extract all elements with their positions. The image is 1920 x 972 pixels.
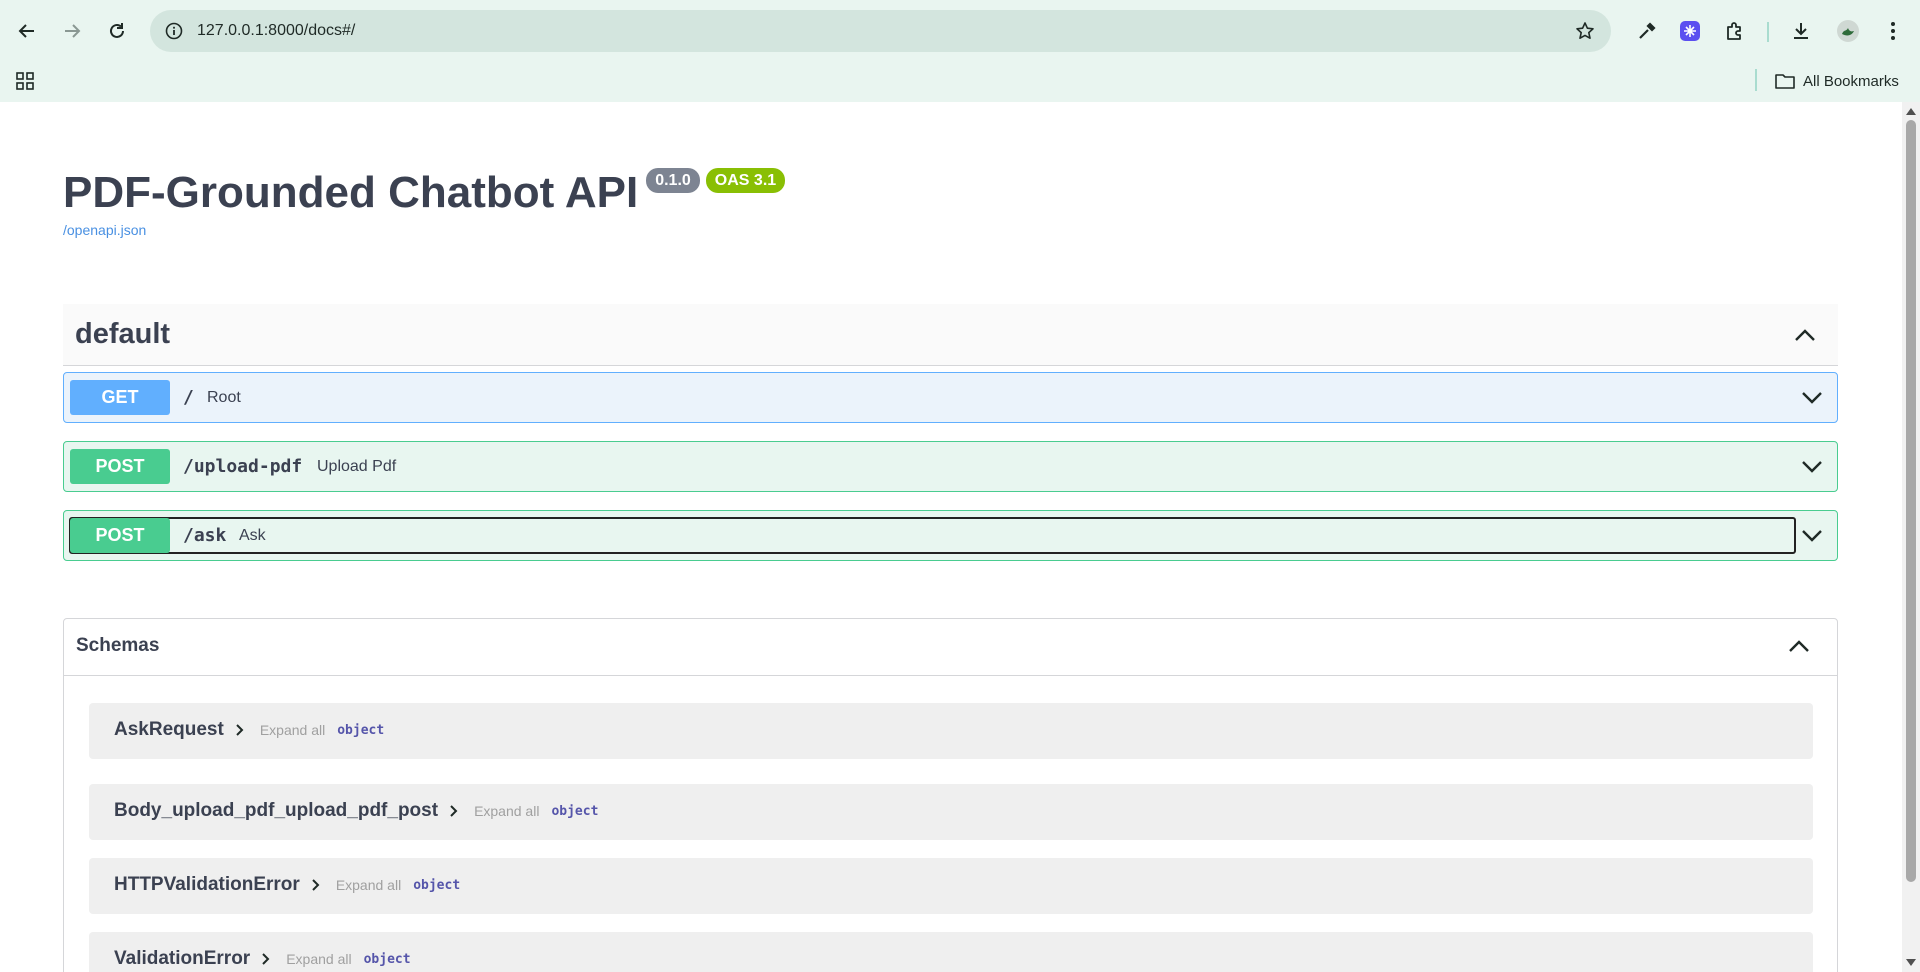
schema-model-validationerror[interactable]: ValidationError Expand all object (89, 932, 1813, 972)
chevron-up-icon[interactable] (1791, 322, 1819, 350)
puzzle-icon[interactable] (1721, 17, 1749, 45)
toolbar-divider (1767, 22, 1769, 42)
expand-all-button[interactable]: Expand all (286, 951, 351, 967)
address-bar[interactable]: 127.0.0.1:8000/docs#/ (150, 10, 1611, 52)
url-text[interactable]: 127.0.0.1:8000/docs#/ (197, 22, 355, 40)
scroll-down-icon[interactable] (1906, 959, 1916, 966)
bookmarks-divider (1755, 69, 1757, 91)
eyedropper-icon[interactable] (1633, 17, 1661, 45)
operation-path: /upload-pdf (183, 456, 303, 477)
download-icon[interactable] (1787, 17, 1815, 45)
swagger-page: PDF-Grounded Chatbot API 0.1.0 OAS 3.1 /… (0, 102, 1902, 972)
bookmarks-bar: All Bookmarks (0, 62, 1920, 102)
model-name[interactable]: ValidationError (114, 948, 250, 970)
chevron-right-icon[interactable] (234, 723, 246, 737)
schemas-section: Schemas AskRequest Expand all object Bod… (63, 618, 1838, 972)
forward-button[interactable] (54, 13, 90, 49)
tag-name: default (75, 318, 171, 350)
all-bookmarks-button[interactable]: All Bookmarks (1775, 68, 1899, 94)
all-bookmarks-label: All Bookmarks (1803, 72, 1899, 90)
operation-post-ask[interactable]: POST /ask Ask (63, 510, 1838, 561)
method-badge: POST (70, 449, 170, 484)
expand-all-button[interactable]: Expand all (336, 877, 401, 893)
apps-grid-icon[interactable] (12, 68, 38, 94)
bookmark-star-icon[interactable] (1573, 19, 1597, 43)
operation-path: /ask (183, 525, 227, 546)
folder-icon (1775, 74, 1795, 89)
scrollbar-thumb[interactable] (1906, 120, 1916, 882)
schema-model-askrequest[interactable]: AskRequest Expand all object (89, 703, 1813, 759)
operation-summary: Ask (239, 527, 266, 544)
api-info: PDF-Grounded Chatbot API 0.1.0 OAS 3.1 (63, 164, 786, 222)
scroll-up-icon[interactable] (1906, 108, 1916, 115)
model-name[interactable]: HTTPValidationError (114, 874, 300, 896)
model-type: object (551, 803, 599, 819)
chevron-up-icon[interactable] (1785, 633, 1813, 661)
schema-model-body-upload-pdf[interactable]: Body_upload_pdf_upload_pdf_post Expand a… (89, 784, 1813, 840)
method-badge: POST (70, 518, 170, 553)
model-type: object (337, 722, 385, 738)
expand-all-button[interactable]: Expand all (474, 803, 539, 819)
schemas-header[interactable]: Schemas (64, 619, 1837, 676)
operation-get-root[interactable]: GET / Root (63, 372, 1838, 423)
oas-badge: OAS 3.1 (705, 168, 786, 193)
operation-path: / (183, 387, 194, 408)
browser-chrome: 127.0.0.1:8000/docs#/ All Bookmarks (0, 0, 1920, 102)
operation-summary: Upload Pdf (317, 458, 397, 475)
expand-all-button[interactable]: Expand all (260, 722, 325, 738)
tag-section-default[interactable]: default (63, 304, 1838, 366)
browser-toolbar: 127.0.0.1:8000/docs#/ (0, 0, 1920, 62)
operation-post-upload-pdf[interactable]: POST /upload-pdf Upload Pdf (63, 441, 1838, 492)
model-type: object (413, 877, 461, 893)
operation-summary: Root (207, 389, 241, 406)
focus-outline (69, 517, 1796, 554)
profile-avatar-icon[interactable] (1834, 17, 1862, 45)
forward-arrow-icon (65, 24, 81, 38)
model-type: object (363, 951, 411, 967)
site-info-icon[interactable] (160, 17, 188, 45)
chevron-down-icon[interactable] (1798, 383, 1826, 411)
chevron-right-icon[interactable] (260, 952, 272, 966)
schemas-title: Schemas (76, 635, 160, 656)
openapi-json-link[interactable]: /openapi.json (63, 222, 146, 238)
chevron-right-icon[interactable] (310, 878, 322, 892)
back-button[interactable] (9, 13, 45, 49)
schema-model-httpvalidationerror[interactable]: HTTPValidationError Expand all object (89, 858, 1813, 914)
model-name[interactable]: Body_upload_pdf_upload_pdf_post (114, 800, 438, 822)
back-arrow-icon (18, 24, 34, 38)
chevron-down-icon[interactable] (1798, 452, 1826, 480)
method-badge: GET (70, 380, 170, 415)
page-scrollbar[interactable] (1902, 102, 1920, 972)
page-title: PDF-Grounded Chatbot API (63, 168, 639, 217)
chevron-right-icon[interactable] (448, 804, 460, 818)
reload-button[interactable] (99, 13, 135, 49)
model-name[interactable]: AskRequest (114, 719, 224, 741)
more-menu-icon[interactable] (1879, 17, 1907, 45)
version-badge: 0.1.0 (646, 168, 700, 193)
chevron-down-icon[interactable] (1798, 521, 1826, 549)
reload-icon (110, 23, 124, 38)
extension-icon[interactable] (1676, 17, 1704, 45)
